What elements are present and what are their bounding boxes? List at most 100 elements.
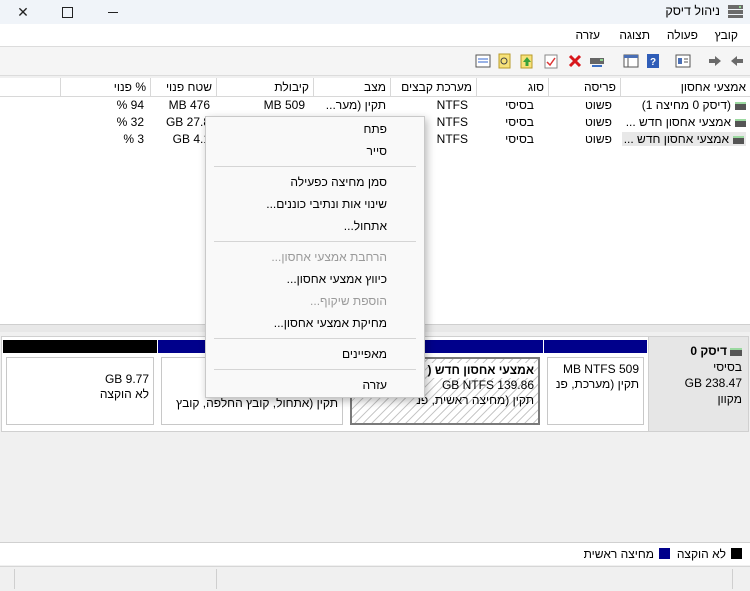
window-title: ניהול דיסק <box>665 4 720 18</box>
volume-fs: NTFS <box>436 98 468 112</box>
menu-separator <box>214 166 416 167</box>
minimize-button[interactable] <box>90 0 136 24</box>
search-drive-icon <box>498 53 511 69</box>
forward-arrow-icon <box>709 56 721 66</box>
disk-label[interactable]: דיסק 0 בסיסי GB 238.47 מקוון <box>648 337 748 431</box>
status-segment <box>216 569 217 589</box>
menu-view[interactable]: תצוגה <box>619 28 650 42</box>
volume-capacity: MB 509 <box>263 98 305 112</box>
menu-separator <box>214 369 416 370</box>
volume-status: תקין (מער... <box>325 98 386 112</box>
volume-pct-free: % 94 <box>116 98 144 112</box>
col-layout[interactable]: פריסה <box>548 78 620 96</box>
menu-properties[interactable]: מאפיינים <box>342 347 387 361</box>
menu-bar: קובץ פעולה תצוגה עזרה <box>0 24 750 46</box>
forward-button[interactable] <box>706 52 724 70</box>
disk-state: מקוון <box>717 392 742 406</box>
disk-size: GB 238.47 <box>684 376 742 390</box>
maximize-button[interactable] <box>44 0 90 24</box>
properties-icon <box>675 54 691 68</box>
volume-name: אמצעי אחסון חדש ... <box>625 115 731 129</box>
delete-button[interactable] <box>566 52 584 70</box>
legend-swatch-unallocated <box>731 548 742 559</box>
console-tree-icon <box>623 54 639 68</box>
legend: לא הוקצה מחיצה ראשית <box>0 542 750 565</box>
minimize-icon <box>108 11 118 13</box>
volume-layout: פשוט <box>584 115 612 129</box>
partition-bar <box>3 340 157 353</box>
delete-icon <box>568 54 582 68</box>
disk-management-icon <box>728 5 743 18</box>
up-folder-button[interactable] <box>518 52 536 70</box>
status-segment <box>732 569 733 589</box>
menu-change-drive-letter[interactable]: שינוי אות ונתיבי כוננים... <box>266 197 387 211</box>
close-button[interactable]: ✕ <box>0 0 46 24</box>
volume-type: בסיסי <box>505 98 534 112</box>
menu-help-item[interactable]: עזרה <box>362 378 387 392</box>
volume-pct-free: % 32 <box>116 115 144 129</box>
drive-icon <box>733 135 744 144</box>
properties-button[interactable] <box>674 52 692 70</box>
col-capacity[interactable]: קיבולת <box>216 78 313 96</box>
volume-type: בסיסי <box>505 132 534 146</box>
search-drive-button[interactable] <box>496 52 514 70</box>
help-button[interactable]: ? <box>644 52 662 70</box>
volume-pct-free: % 3 <box>123 132 144 146</box>
connect-drive-button[interactable] <box>588 52 606 70</box>
drive-icon <box>735 118 746 127</box>
menu-delete-volume[interactable]: מחיקת אמצעי אחסון... <box>274 316 387 330</box>
volume-type: בסיסי <box>505 115 534 129</box>
col-free-space[interactable]: שטח פנוי <box>150 78 216 96</box>
menu-file[interactable]: קובץ <box>715 28 738 42</box>
partition-title: אמצעי אחסון חדש ( <box>427 363 534 378</box>
list-view-button[interactable] <box>474 52 492 70</box>
context-menu: פתח סייר סמן מחיצה כפעילה שינוי אות ונתי… <box>205 116 425 398</box>
menu-mark-active[interactable]: סמן מחיצה כפעילה <box>290 175 387 189</box>
check-button[interactable] <box>542 52 560 70</box>
console-tree-button[interactable] <box>622 52 640 70</box>
partition-status: תקין (אתחול, קובץ החלפה, קובץ <box>176 396 338 410</box>
toolbar: ? <box>0 46 750 76</box>
legend-swatch-primary <box>659 548 670 559</box>
partition-size: GB 9.77 <box>104 372 149 386</box>
volume-name: (דיסק 0 מחיצה 1) <box>641 98 731 112</box>
disk-type: בסיסי <box>713 360 742 374</box>
legend-label-unallocated: לא הוקצה <box>676 547 726 561</box>
menu-action[interactable]: פעולה <box>667 28 698 42</box>
list-view-icon <box>475 54 491 68</box>
partition-system[interactable]: MB NTFS 509 תקין (מערכת, פנ <box>544 340 647 428</box>
volume-name: אמצעי אחסון חדש ... <box>623 132 729 146</box>
menu-help[interactable]: עזרה <box>575 28 600 42</box>
col-filesystem[interactable]: מערכת קבצים <box>390 78 476 96</box>
title-bar: ✕ ניהול דיסק <box>0 0 750 24</box>
menu-open[interactable]: פתח <box>363 122 387 136</box>
volume-layout: פשוט <box>584 132 612 146</box>
menu-shrink-volume[interactable]: כיווץ אמצעי אחסון... <box>287 272 387 286</box>
col-status[interactable]: מצב <box>313 78 390 96</box>
drive-icon <box>735 101 746 110</box>
volume-free: MB 476 <box>168 98 210 112</box>
maximize-icon <box>61 6 73 18</box>
disk-name: דיסק 0 <box>690 344 727 358</box>
partition-size: MB NTFS 509 <box>562 362 639 376</box>
disk-icon <box>730 347 742 356</box>
col-volume[interactable]: אמצעי אחסון <box>620 78 750 96</box>
col-type[interactable]: סוג <box>476 78 548 96</box>
status-bar <box>0 566 750 591</box>
menu-separator <box>214 338 416 339</box>
connect-drive-icon <box>590 58 604 67</box>
partition-unallocated[interactable]: GB 9.77 לא הוקצה <box>3 340 157 428</box>
status-segment <box>14 569 15 589</box>
menu-extend-volume: הרחבת אמצעי אחסון... <box>271 250 387 264</box>
menu-explore[interactable]: סייר <box>366 144 387 158</box>
volume-row[interactable]: (דיסק 0 מחיצה 1) פשוט בסיסי NTFS תקין (מ… <box>0 97 750 114</box>
svg-text:?: ? <box>650 57 656 68</box>
volume-layout: פשוט <box>584 98 612 112</box>
back-button[interactable] <box>728 52 746 70</box>
partition-bar <box>544 340 647 353</box>
menu-separator <box>214 241 416 242</box>
menu-format[interactable]: אתחול... <box>344 219 387 233</box>
back-arrow-icon <box>731 56 743 66</box>
col-percent-free[interactable]: % פנוי <box>60 78 150 96</box>
check-icon <box>544 54 558 69</box>
